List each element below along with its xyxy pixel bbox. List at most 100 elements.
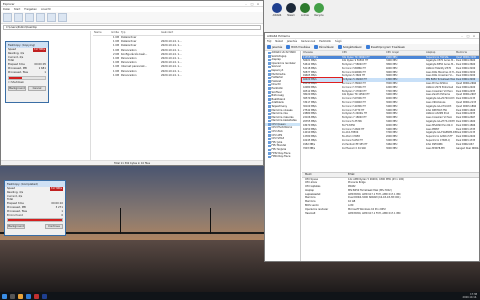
recycle-bin-icon — [314, 3, 324, 13]
nav-item-icon — [268, 130, 271, 134]
fastcopy-icon[interactable] — [34, 293, 39, 299]
benchmark-table[interactable]: Olvasás CPU CPU órajel Alaplap Memória 1… — [301, 51, 479, 171]
search-icon[interactable] — [10, 293, 15, 299]
bios-update-button[interactable]: BIOS frissítése — [286, 45, 310, 49]
desktop-icon-aida64[interactable]: AIDA64 — [270, 3, 284, 21]
nav-item-icon — [268, 123, 271, 126]
nav-item-icon — [268, 137, 271, 141]
desktop-icon-recycle[interactable]: Recycle — [312, 3, 326, 21]
edge-icon[interactable] — [26, 293, 31, 299]
ribbon-button[interactable] — [14, 13, 23, 22]
memory: Ganged Dual DDR2-800 — [456, 146, 479, 150]
nav-item-icon — [268, 62, 271, 65]
nav-item-icon — [268, 51, 271, 55]
menu-item[interactable]: Ansicht — [41, 8, 51, 11]
menu-item[interactable]: Jelentés — [287, 40, 297, 43]
services-button[interactable]: Szolgáltatások — [337, 45, 362, 49]
menu-item[interactable]: Nézet — [275, 40, 283, 43]
nav-item-icon — [268, 141, 271, 144]
speed-row: Speed 317 MB/s — [8, 48, 46, 52]
menu-item[interactable]: Fájl — [267, 40, 271, 43]
lomax-icon — [300, 3, 310, 13]
driver-update-button[interactable]: Illesztőprogram frissítések — [365, 45, 405, 49]
stat-label: Processed, files — [8, 70, 29, 74]
detail-panel: Mező Érték CPU típusa 12x AMD Ryzen 5 260… — [302, 172, 479, 261]
report-icon — [267, 45, 271, 49]
nav-item-icon — [268, 58, 271, 62]
clock[interactable]: 17:38 2020.10.14. — [463, 293, 477, 299]
close-icon[interactable]: × — [471, 34, 477, 38]
nav-item-icon — [268, 116, 271, 119]
progress-bar — [8, 75, 46, 80]
explorer-title: Explorer — [3, 1, 15, 6]
wallpaper-pole — [210, 208, 211, 234]
steam-icon — [286, 3, 296, 13]
nav-item-icon — [268, 148, 271, 152]
nav-item[interactable]: FP64 Ray-Trace — [265, 155, 300, 159]
cpu-clock: 3000 MHz — [386, 146, 398, 150]
desktop-icon-lomax[interactable]: Lomax — [298, 3, 312, 21]
explorer-window: Explorer – □ × Datei Start Freigeben Ans… — [0, 0, 264, 166]
speed-row: Speed 317 MB/s — [7, 187, 63, 191]
nav-item-icon — [268, 101, 271, 105]
aida64-icon — [272, 3, 282, 13]
nav-item-icon — [268, 94, 271, 98]
ribbon-button[interactable] — [25, 13, 34, 22]
table-row[interactable]: 7603 MB/s 4x Phenom II X4 940 3000 MHz Asus… — [302, 146, 479, 151]
background-button[interactable]: Background — [7, 224, 25, 230]
start-icon[interactable] — [2, 293, 7, 299]
ribbon-button[interactable] — [3, 13, 12, 22]
aida64-title: AIDA64 Extreme — [267, 33, 290, 38]
stat-row: Errors found 0 — [5, 214, 65, 218]
aida64-toolbar: Jelentés BIOS frissítése Párosítások Szo… — [265, 44, 479, 51]
services-icon — [337, 45, 342, 49]
aida64-nav-tree[interactable]: AIDA64 v6.32.5600 Számítógép Alaplap Operác… — [265, 51, 301, 261]
report-button[interactable]: Jelentés — [267, 45, 282, 49]
nav-item-label: FP64 Ray-Trace — [271, 155, 291, 159]
nav-item-icon — [268, 109, 271, 112]
detail-value: AMD B450, AMD K17.1 FCH, AMD K17.1 IMC — [348, 211, 401, 215]
file-size: 1 KB — [113, 73, 119, 77]
nav-item-icon — [268, 65, 271, 69]
background-button[interactable]: Background — [8, 85, 26, 91]
nav-item-icon — [268, 144, 271, 148]
file-list[interactable]: Name Größe Typ Geändert 1 KB Dateiordner 1… — [93, 31, 263, 161]
stat-value: 1 — [44, 70, 46, 74]
desktop-icon-steam[interactable]: Steam — [284, 3, 298, 21]
nav-item-icon — [268, 127, 271, 130]
menu-item[interactable]: Kedvencek — [301, 40, 315, 43]
close-icon[interactable]: × — [255, 2, 261, 6]
nav-item-icon — [268, 134, 271, 137]
address-bar[interactable]: C:\Users\Public\Desktop — [3, 25, 261, 30]
menu-item[interactable]: Start — [14, 8, 20, 11]
cancel-button[interactable]: Cancel — [28, 85, 46, 91]
aida64-window: AIDA64 Extreme – □ × Fájl Nézet Jelentés… — [264, 32, 480, 262]
speed-value: 317 MB/s — [49, 187, 63, 191]
stat-row: Processed, files 1 — [6, 71, 48, 75]
nav-item-icon — [268, 155, 271, 159]
nav-item-icon — [268, 91, 271, 94]
ribbon-button[interactable] — [36, 13, 45, 22]
nav-item-icon — [268, 55, 271, 58]
nav-item-icon — [268, 80, 271, 83]
pairs-icon — [314, 45, 319, 49]
nav-item-icon — [268, 152, 271, 155]
nav-item-icon — [268, 119, 271, 123]
folder-icon[interactable] — [18, 293, 23, 299]
menu-item[interactable]: Súgó — [335, 40, 342, 43]
copy-dialog-bottom: FastCopy (Completed) Speed 317 MB/s Read… — [4, 180, 66, 236]
aida64-taskbar-icon[interactable] — [42, 293, 47, 299]
nav-item-icon — [268, 73, 271, 76]
ribbon-button[interactable] — [47, 13, 56, 22]
menu-item[interactable]: Freigeben — [24, 8, 37, 11]
nav-item-icon — [268, 76, 271, 80]
continue-button[interactable]: Continue — [45, 224, 63, 230]
explorer-status: Total 11 392 bytes in 10 files — [1, 160, 263, 165]
cpu: 4x Phenom II X4 940 — [342, 146, 366, 150]
pairs-button[interactable]: Párosítások — [314, 45, 334, 49]
progress-bar — [7, 218, 63, 223]
ribbon-button[interactable] — [58, 13, 67, 22]
menu-item[interactable]: Datei — [3, 8, 10, 11]
menu-item[interactable]: Eszközök — [319, 40, 331, 43]
table-row[interactable]: 1 KB Parancsikon 2020.10.14. 1... — [93, 74, 263, 78]
